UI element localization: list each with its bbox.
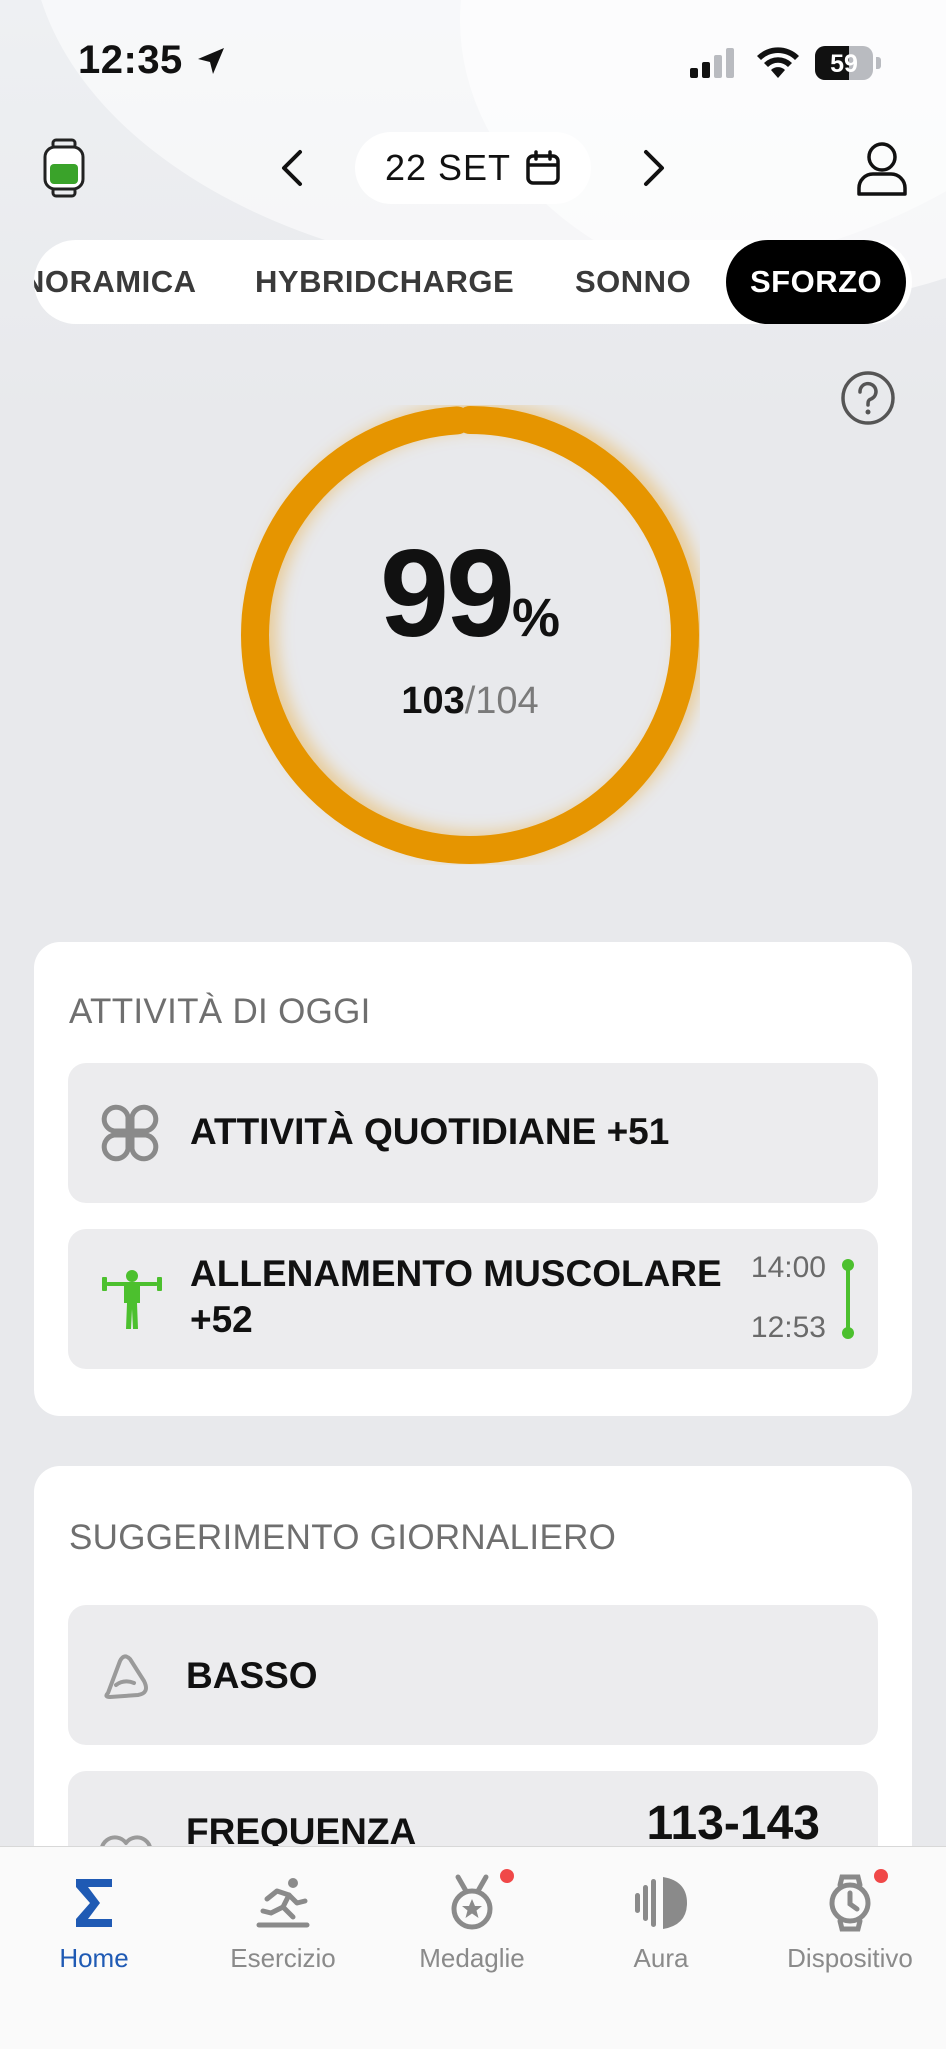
strain-level-icon (104, 1654, 148, 1699)
nav-aura-label: Aura (633, 1943, 689, 1973)
today-activities-card: ATTIVITÀ DI OGGI ATTIVITÀ QUOTIDIANE +51… (34, 942, 912, 1416)
tab-hybridcharge[interactable]: HYBRIDCHARGE (255, 240, 514, 324)
section-tabs: NORAMICA HYBRIDCHARGE SONNO SFORZO (34, 240, 912, 324)
watch-battery-icon (43, 138, 85, 198)
user-icon (857, 142, 907, 196)
start-time: 12:53 (750, 1311, 826, 1344)
device-battery-button[interactable] (40, 138, 88, 198)
tab-sonno[interactable]: SONNO (575, 240, 691, 324)
activity-timeline-bar (846, 1263, 850, 1333)
medal-icon (451, 1874, 493, 1930)
previous-day-button[interactable] (270, 146, 314, 190)
calendar-icon (526, 150, 560, 185)
chevron-right-icon (644, 150, 664, 186)
nav-device[interactable]: Dispositivo (770, 1865, 930, 1975)
nav-home-label: Home (59, 1943, 129, 1973)
end-time: 14:00 (750, 1251, 826, 1284)
heart-rate-value: 113-143 (646, 1797, 820, 1850)
daily-activities-label: ATTIVITÀ QUOTIDIANE +51 (190, 1111, 670, 1152)
tab-sforzo[interactable]: SFORZO (726, 240, 907, 324)
sigma-icon (76, 1879, 112, 1927)
strength-training-label-line2: +52 (190, 1299, 253, 1340)
strain-percent: 99% (240, 523, 700, 665)
nav-medals-label: Medaglie (419, 1943, 525, 1973)
battery-indicator: 59 (815, 46, 883, 80)
strain-separator: / (464, 680, 476, 722)
strain-percent-sign: % (511, 588, 560, 648)
help-button[interactable] (840, 370, 896, 426)
nav-exercise[interactable]: Esercizio (203, 1865, 363, 1975)
tab-panoramica[interactable]: NORAMICA (34, 240, 197, 324)
bottom-navigation: Home Esercizio Medaglie Aura Dispositivo (0, 1846, 946, 2049)
next-day-button[interactable] (632, 146, 676, 190)
suggestion-title: SUGGERIMENTO GIORNALIERO (69, 1518, 617, 1557)
activities-title: ATTIVITÀ DI OGGI (69, 992, 371, 1031)
status-time: 12:35 (78, 38, 183, 82)
nav-home[interactable]: Home (14, 1865, 174, 1975)
date-selector[interactable]: 22 SET (355, 132, 591, 204)
nav-aura[interactable]: Aura (581, 1865, 741, 1975)
strain-ratio: 103/104 (240, 680, 700, 723)
aura-icon (635, 1877, 687, 1929)
timeline-dot-bottom (842, 1327, 854, 1339)
strain-percent-value: 99 (380, 525, 515, 663)
device-notification-dot (874, 1869, 888, 1883)
strain-ring: 99% 103/104 (240, 405, 700, 865)
timeline-dot-top (842, 1259, 854, 1271)
nav-medals[interactable]: Medaglie (392, 1865, 552, 1975)
suggestion-level-row[interactable]: BASSO (68, 1605, 878, 1745)
strain-current: 103 (401, 680, 465, 722)
weightlifter-icon (102, 1270, 162, 1329)
four-petal-icon (101, 1104, 159, 1162)
status-bar: 12:35 59 (0, 0, 946, 125)
chevron-left-icon (282, 150, 302, 186)
nav-device-label: Dispositivo (787, 1943, 913, 1973)
question-mark-icon (841, 371, 895, 425)
strain-target: 104 (475, 680, 539, 722)
suggestion-level-label: BASSO (186, 1655, 318, 1696)
medals-notification-dot (500, 1869, 514, 1883)
battery-percent: 59 (830, 50, 858, 78)
profile-button[interactable] (855, 140, 909, 196)
watch-icon (829, 1874, 871, 1932)
daily-activities-row[interactable]: ATTIVITÀ QUOTIDIANE +51 (68, 1063, 878, 1203)
strength-training-label-line1: ALLENAMENTO MUSCOLARE (190, 1253, 722, 1294)
strength-training-row[interactable]: ALLENAMENTO MUSCOLARE +52 14:00 12:53 (68, 1229, 878, 1369)
cellular-signal-icon (690, 48, 734, 78)
location-arrow-icon (198, 48, 224, 74)
strength-training-label: ALLENAMENTO MUSCOLARE +52 (190, 1251, 722, 1343)
nav-exercise-label: Esercizio (230, 1943, 336, 1973)
runner-icon (256, 1878, 310, 1928)
wifi-icon (757, 47, 799, 78)
date-label: 22 SET (384, 147, 512, 188)
